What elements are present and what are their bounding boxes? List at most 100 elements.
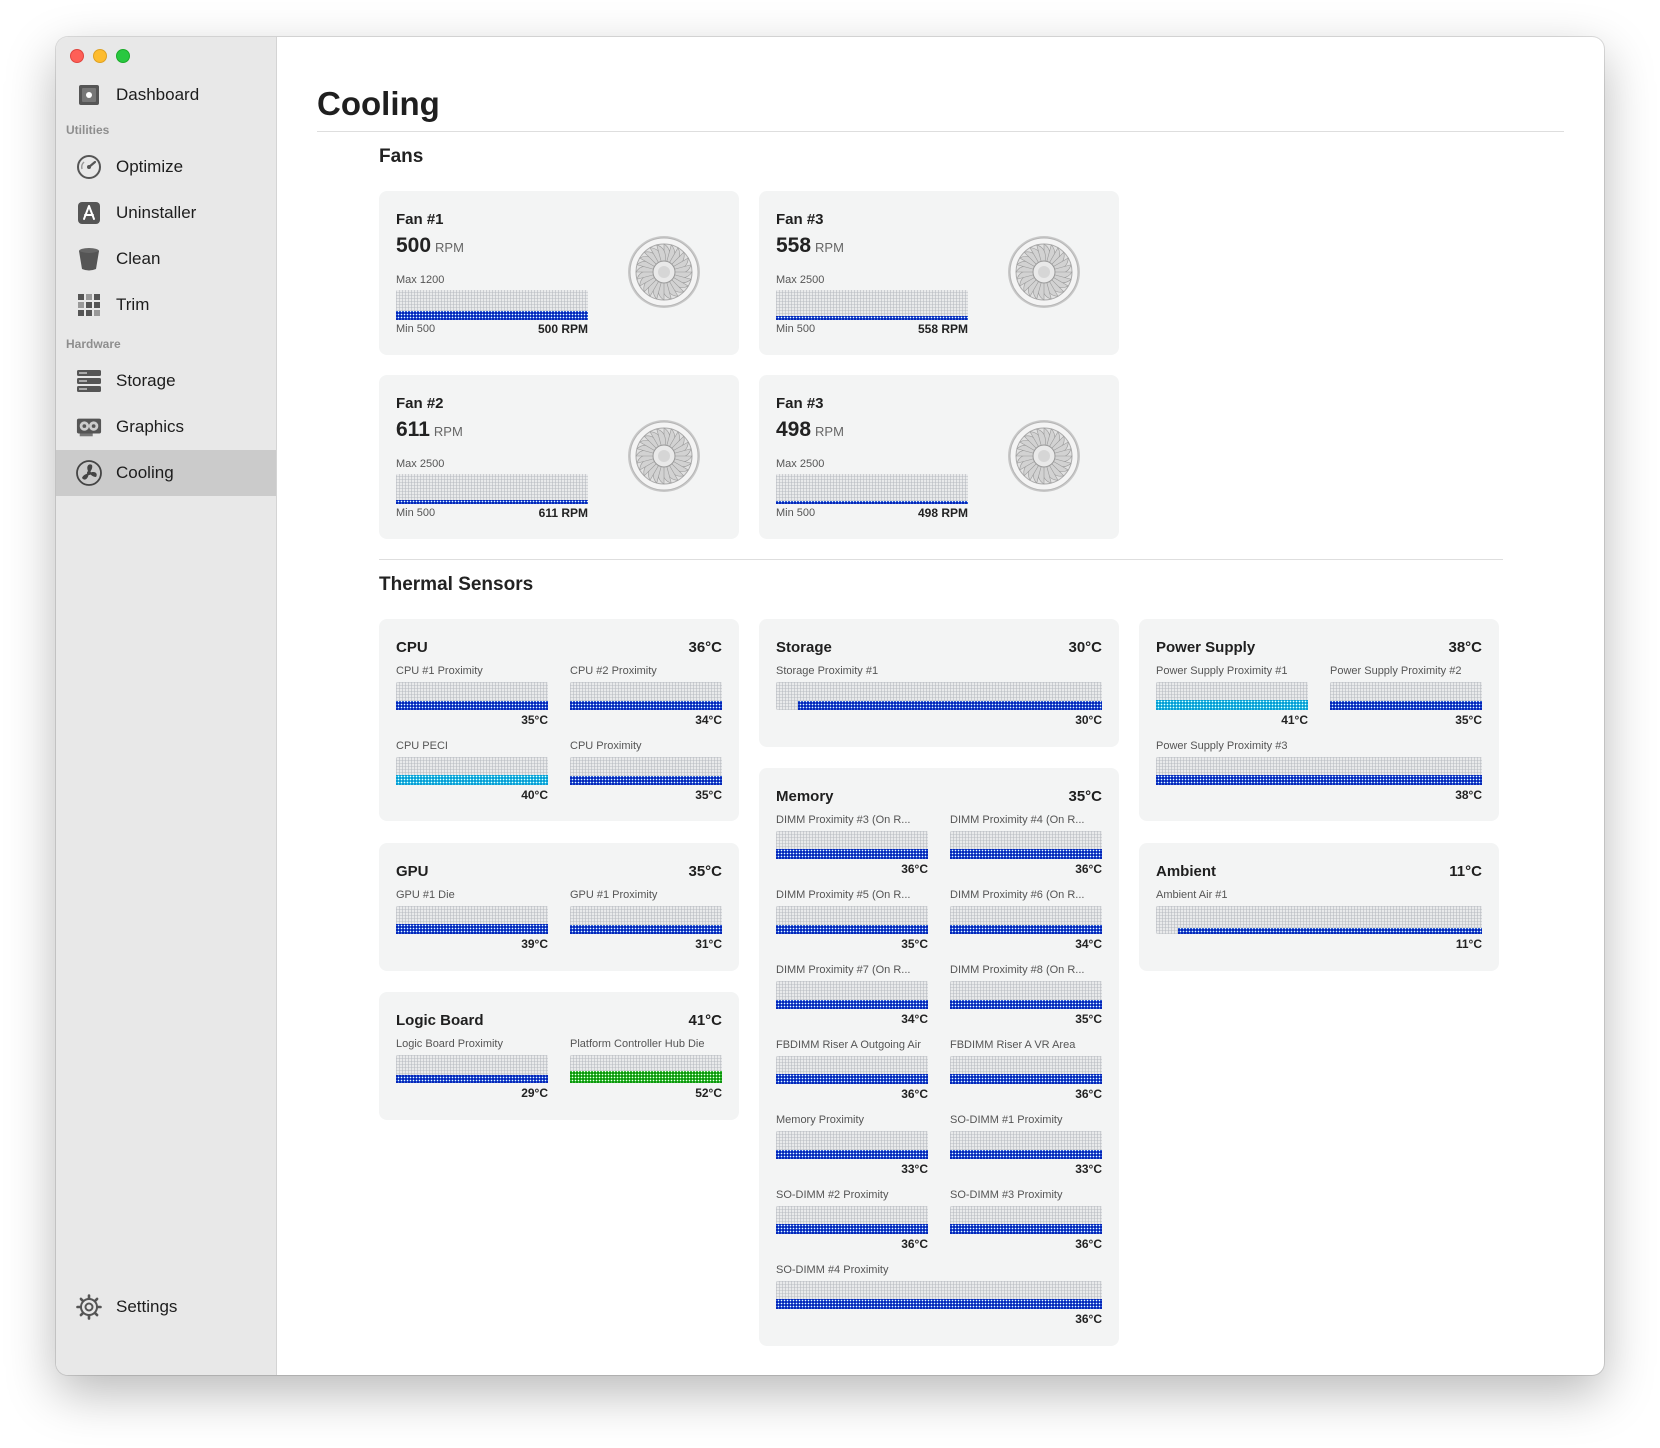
sidebar-item-settings[interactable]: Settings bbox=[56, 1284, 276, 1330]
sidebar: Dashboard Utilities Optimize Uninstaller… bbox=[56, 37, 277, 1375]
fan-graphic-icon bbox=[627, 419, 701, 493]
sensor-bar-fill bbox=[396, 775, 548, 785]
sensor-bar bbox=[570, 757, 722, 785]
sidebar-section-hardware: Hardware bbox=[66, 337, 121, 351]
sensor-bar-fill bbox=[950, 925, 1102, 934]
sidebar-item-clean[interactable]: Clean bbox=[56, 236, 276, 282]
sensor-bar bbox=[1156, 682, 1308, 710]
sensor-card-gpu: GPU 35°C GPU #1 Die 39°C GPU #1 Proximity 31°… bbox=[379, 843, 739, 971]
sensor-value: 34°C bbox=[901, 1012, 928, 1026]
sensor-label: DIMM Proximity #4 (On R... bbox=[950, 814, 1085, 826]
sensor-bar bbox=[776, 1281, 1102, 1309]
sensor-bar-fill bbox=[1156, 775, 1482, 785]
sensor-label: CPU PECI bbox=[396, 740, 448, 752]
sensor-group-title: Storage bbox=[776, 639, 832, 656]
close-window-button[interactable] bbox=[70, 49, 84, 63]
sensor-value: 36°C bbox=[1075, 1087, 1102, 1101]
fan-speed-bar bbox=[776, 290, 968, 320]
sensor-bar bbox=[570, 1055, 722, 1083]
sidebar-item-cooling[interactable]: Cooling bbox=[56, 450, 276, 496]
fan-rpm-readout: 558 RPM bbox=[776, 234, 844, 258]
fan-current-rpm: 611 RPM bbox=[538, 506, 588, 520]
sidebar-item-dashboard[interactable]: Dashboard bbox=[56, 72, 276, 118]
sensor-group-temperature: 30°C bbox=[1068, 639, 1102, 656]
sidebar-item-label: Uninstaller bbox=[116, 203, 197, 222]
sensor-label: FBDIMM Riser A VR Area bbox=[950, 1039, 1076, 1051]
sensor-bar-fill bbox=[950, 1000, 1102, 1009]
sensor-bar-fill bbox=[1330, 701, 1482, 710]
sidebar-item-graphics[interactable]: Graphics bbox=[56, 404, 276, 450]
sensor-label: Ambient Air #1 bbox=[1156, 889, 1228, 901]
graphics-card-icon bbox=[76, 414, 102, 440]
sensor-bar bbox=[776, 1131, 928, 1159]
sensor-value: 36°C bbox=[901, 1237, 928, 1251]
sensor-bar-fill bbox=[950, 1074, 1102, 1084]
sensor-bar bbox=[950, 1206, 1102, 1234]
fan-speed-fill bbox=[776, 316, 968, 320]
fan-speed-fill bbox=[396, 500, 588, 504]
fan-rpm-value: 611 bbox=[396, 418, 430, 441]
sensor-card-power: Power Supply 38°C Power Supply Proximity #… bbox=[1139, 619, 1499, 821]
sensor-label: DIMM Proximity #8 (On R... bbox=[950, 964, 1085, 976]
sensor-label: CPU Proximity bbox=[570, 740, 642, 752]
sensor-label: DIMM Proximity #7 (On R... bbox=[776, 964, 911, 976]
sensor-bar bbox=[776, 682, 1102, 710]
title-divider bbox=[317, 131, 1564, 132]
sidebar-item-trim[interactable]: Trim bbox=[56, 282, 276, 328]
sensor-bar bbox=[570, 682, 722, 710]
sensor-value: 35°C bbox=[521, 713, 548, 727]
sensor-value: 36°C bbox=[901, 1087, 928, 1101]
fan-min-label: Min 500 bbox=[776, 507, 816, 519]
sidebar-item-uninstaller[interactable]: Uninstaller bbox=[56, 190, 276, 236]
sensor-value: 38°C bbox=[1455, 788, 1482, 802]
sensor-value: 33°C bbox=[901, 1162, 928, 1176]
fan-rpm-value: 498 bbox=[776, 418, 812, 441]
sensor-value: 30°C bbox=[1075, 713, 1102, 727]
sensor-label: Power Supply Proximity #2 bbox=[1330, 665, 1462, 677]
sidebar-item-label: Graphics bbox=[116, 417, 185, 436]
section-divider bbox=[379, 559, 1503, 560]
sensor-label: Logic Board Proximity bbox=[396, 1038, 503, 1050]
sensor-bar bbox=[396, 757, 548, 785]
grid-icon bbox=[76, 292, 102, 318]
fan-graphic-icon bbox=[1007, 235, 1081, 309]
sensor-group-title: Ambient bbox=[1156, 863, 1216, 880]
fan-rpm-readout: 500 RPM bbox=[396, 234, 464, 258]
sensor-group-temperature: 36°C bbox=[688, 639, 722, 656]
sensor-value: 11°C bbox=[1455, 937, 1482, 951]
sensor-bar bbox=[950, 1056, 1102, 1084]
sensor-value: 41°C bbox=[1281, 713, 1308, 727]
sidebar-item-storage[interactable]: Storage bbox=[56, 358, 276, 404]
sensor-group-title: CPU bbox=[396, 639, 428, 656]
speedometer-icon bbox=[76, 154, 102, 180]
fan-card: Fan #3 558 RPM Max 2500 Min 500 558 RPM bbox=[759, 191, 1119, 355]
sensor-bar bbox=[1330, 682, 1482, 710]
sensor-bar bbox=[776, 1206, 928, 1234]
sensor-group-temperature: 38°C bbox=[1448, 639, 1482, 656]
fan-icon bbox=[76, 460, 102, 486]
sensor-label: SO-DIMM #2 Proximity bbox=[776, 1189, 889, 1201]
sensor-value: 35°C bbox=[1075, 1012, 1102, 1026]
sensor-label: Power Supply Proximity #3 bbox=[1156, 740, 1288, 752]
sensor-bar-fill bbox=[776, 1000, 928, 1009]
sensor-value: 36°C bbox=[1075, 862, 1102, 876]
sensor-card-storage: Storage 30°C Storage Proximity #1 30°C bbox=[759, 619, 1119, 747]
sensor-bar bbox=[570, 906, 722, 934]
fan-card: Fan #3 498 RPM Max 2500 Min 500 498 RPM bbox=[759, 375, 1119, 539]
sidebar-item-optimize[interactable]: Optimize bbox=[56, 144, 276, 190]
sensor-label: GPU #1 Die bbox=[396, 889, 455, 901]
fan-name: Fan #2 bbox=[396, 395, 444, 412]
sensor-label: Storage Proximity #1 bbox=[776, 665, 879, 677]
sensor-group-title: Memory bbox=[776, 788, 834, 805]
zoom-window-button[interactable] bbox=[116, 49, 130, 63]
minimize-window-button[interactable] bbox=[93, 49, 107, 63]
sensor-label: DIMM Proximity #5 (On R... bbox=[776, 889, 911, 901]
fan-rpm-unit: RPM bbox=[433, 424, 463, 439]
sensor-card-logic: Logic Board 41°C Logic Board Proximity 29°C… bbox=[379, 992, 739, 1120]
sidebar-item-label: Clean bbox=[116, 249, 161, 268]
fan-rpm-readout: 498 RPM bbox=[776, 418, 844, 442]
fans-section-title: Fans bbox=[379, 146, 424, 167]
fan-speed-bar bbox=[396, 474, 588, 504]
sensor-value: 34°C bbox=[1075, 937, 1102, 951]
sensor-bar bbox=[950, 981, 1102, 1009]
